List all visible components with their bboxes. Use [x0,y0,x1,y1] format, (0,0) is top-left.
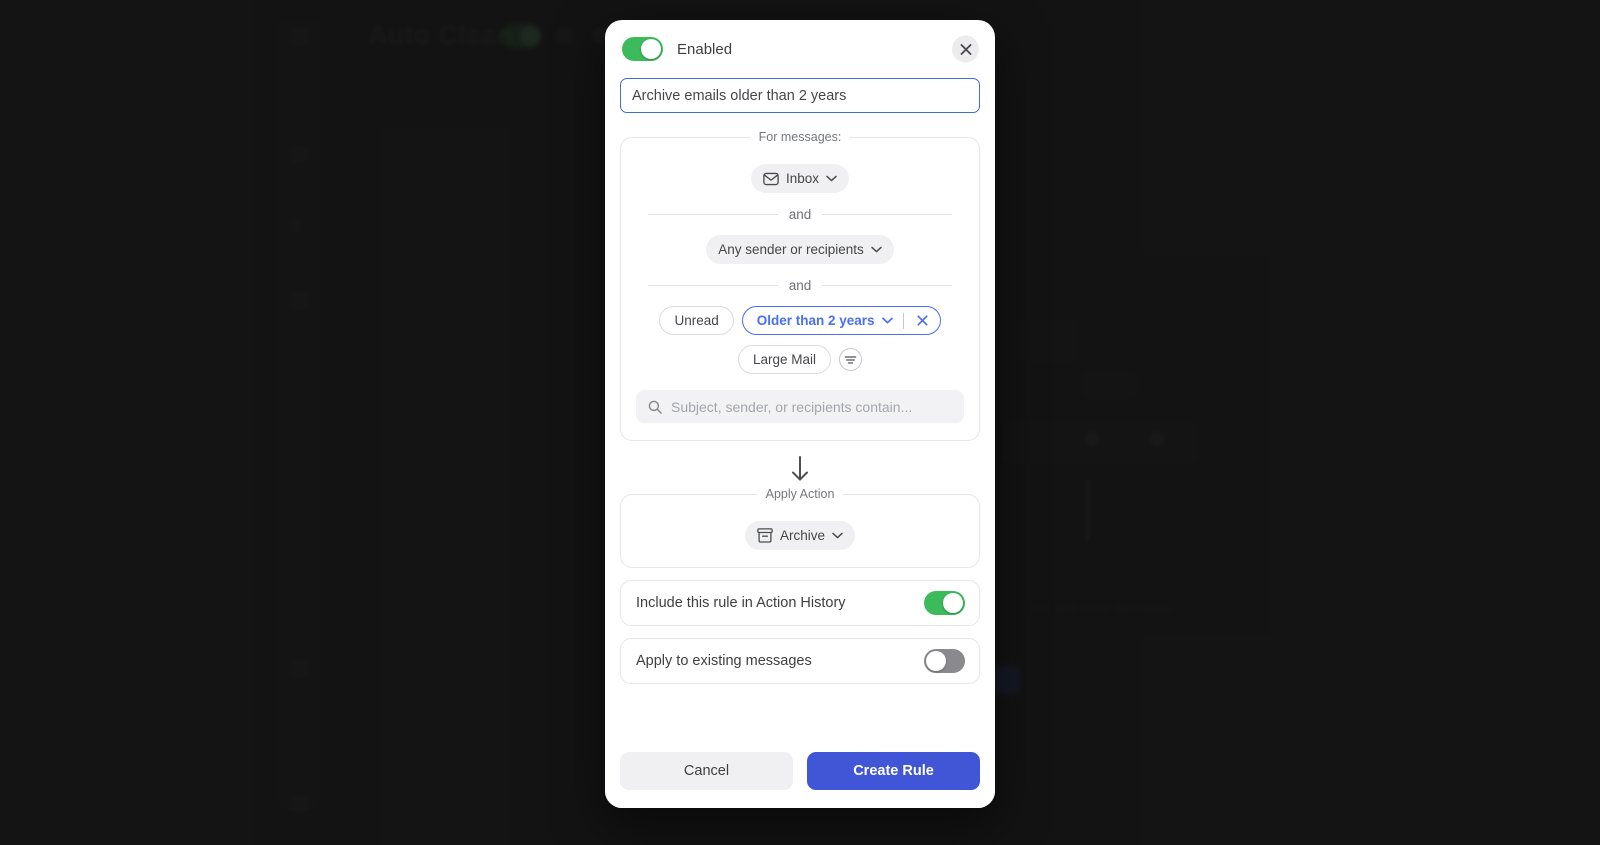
separator-line [822,285,952,286]
and-label: and [788,278,812,293]
and-separator-2: and [636,278,964,293]
chevron-down-icon [881,317,893,324]
and-label: and [788,207,812,222]
separator-line [648,285,778,286]
chevron-down-icon [826,175,837,182]
action-legend: Apply Action [757,487,843,501]
toggle-knob [641,39,661,59]
filter-chip-older-than[interactable]: Older than 2 years [741,306,941,335]
condition-search-box[interactable] [636,390,964,423]
filter-chip-label: Unread [674,313,719,328]
action-chip-label: Archive [779,528,825,543]
action-select-chip[interactable]: Archive [744,521,855,550]
filter-chips-row-2: Large Mail [636,345,964,374]
create-rule-button[interactable]: Create Rule [807,752,980,790]
chip-divider [902,312,904,329]
setting-label: Apply to existing messages [636,653,812,669]
conditions-legend: For messages: [750,130,850,144]
sender-chip-label: Any sender or recipients [718,242,864,257]
dialog-footer: Cancel Create Rule [605,740,995,808]
dialog-header: Enabled [605,20,995,78]
separator-line [822,214,952,215]
and-separator-1: and [636,207,964,222]
rule-name-input[interactable] [620,78,980,113]
action-chip-row: Archive [636,521,964,550]
search-icon [648,400,662,414]
cancel-button[interactable]: Cancel [620,752,793,790]
dialog-body: For messages: Inbox [605,78,995,740]
enabled-toggle[interactable] [622,37,663,61]
flow-arrow [620,456,980,482]
toggle-knob [943,593,963,613]
chevron-down-icon [871,246,882,253]
folder-chip-row: Inbox [636,164,964,193]
sender-chip-row: Any sender or recipients [636,235,964,264]
separator-line [648,214,778,215]
filter-chip-label: Large Mail [752,352,817,367]
filter-lines-icon[interactable] [839,348,863,371]
filter-chip-unread[interactable]: Unread [659,306,734,335]
enabled-label: Enabled [677,40,733,58]
setting-row-action-history: Include this rule in Action History [620,580,980,626]
condition-search-input[interactable] [671,398,952,415]
filter-chip-label: Older than 2 years [756,313,875,328]
action-history-toggle[interactable] [924,591,965,615]
setting-row-existing-messages: Apply to existing messages [620,638,980,684]
archive-box-icon [757,528,773,543]
conditions-group: For messages: Inbox and Any sender or re… [620,130,980,441]
remove-filter-icon[interactable] [914,312,932,330]
apply-existing-toggle[interactable] [924,649,965,673]
folder-chip-label: Inbox [785,171,820,186]
action-group: Apply Action Archive [620,487,980,568]
toggle-knob [926,651,946,671]
setting-label: Include this rule in Action History [636,595,846,611]
folder-select-chip[interactable]: Inbox [750,164,850,193]
filter-chip-large-mail[interactable]: Large Mail [737,345,832,374]
arrow-down-icon [792,456,808,481]
envelope-icon [763,172,779,185]
close-icon[interactable] [952,35,979,63]
filter-chips-row-1: Unread Older than 2 years [636,306,964,335]
create-rule-dialog: Enabled For messages: [605,20,995,808]
screen: Auto Clean and and more messages Enabled [0,0,1600,845]
chevron-down-icon [832,532,843,539]
sender-select-chip[interactable]: Any sender or recipients [706,235,894,264]
